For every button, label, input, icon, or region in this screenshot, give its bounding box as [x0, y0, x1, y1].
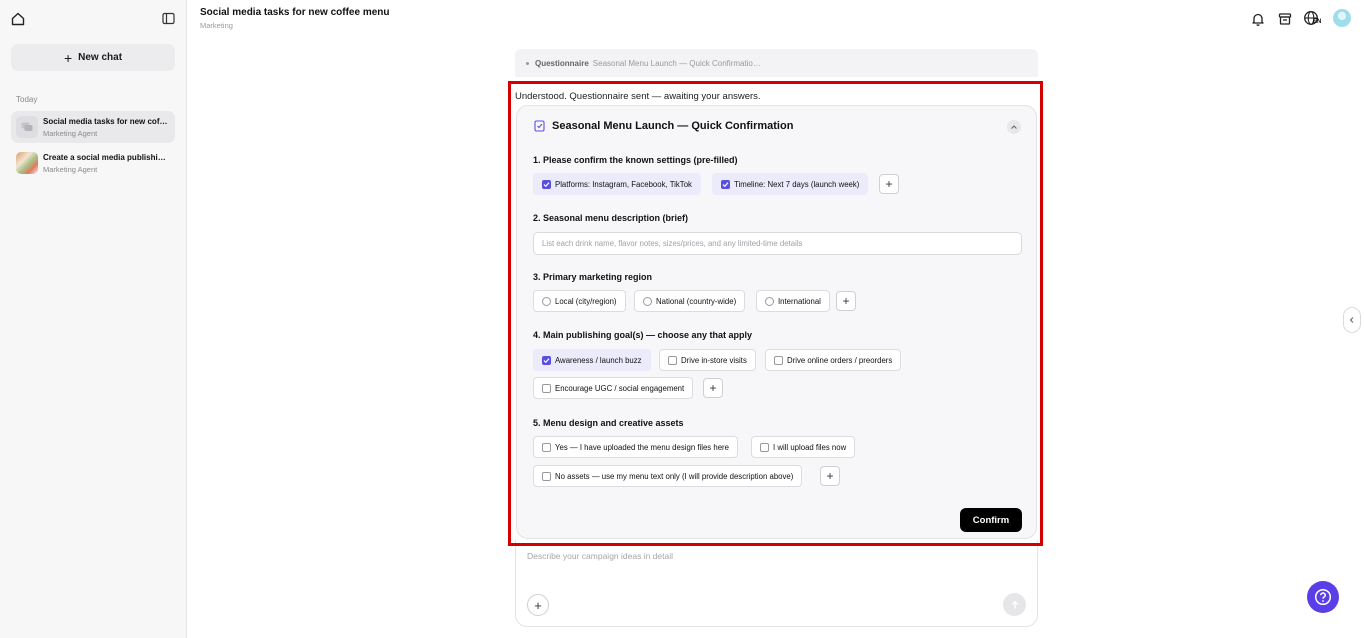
- chevron-up-icon: [1011, 125, 1017, 129]
- option-platforms[interactable]: Platforms: Instagram, Facebook, TikTok: [533, 173, 701, 195]
- questionnaire-reference[interactable]: Questionnaire Seasonal Menu Launch — Qui…: [515, 49, 1038, 77]
- assistant-reply: Understood. Questionnaire sent — awaitin…: [515, 91, 761, 102]
- radio-icon: [765, 296, 774, 306]
- option-label: International: [778, 296, 821, 306]
- questionnaire-name: Seasonal Menu Launch — Quick Confirmatio…: [592, 58, 761, 68]
- option-label: Drive online orders / preorders: [787, 355, 893, 365]
- chat-history-item[interactable]: Social media tasks for new coff… Marketi…: [11, 111, 175, 143]
- checkbox-checked-icon: [721, 179, 730, 189]
- option-label: Local (city/region): [555, 296, 617, 306]
- questionnaire-icon: [534, 120, 545, 132]
- checkbox-icon: [542, 383, 551, 393]
- page-title: Social media tasks for new coffee menu: [200, 7, 390, 18]
- chat-subtitle: Marketing Agent: [43, 128, 98, 138]
- checkbox-checked-icon: [542, 179, 551, 189]
- sidebar-toggle-icon[interactable]: [162, 12, 175, 25]
- send-arrow-icon: [1011, 600, 1018, 608]
- bell-icon[interactable]: [1250, 11, 1266, 27]
- option-label: National (country-wide): [656, 296, 737, 306]
- chat-title: Create a social media publishin…: [43, 152, 169, 162]
- chevron-left-icon: [1349, 317, 1354, 323]
- question-4-title: 4. Main publishing goal(s) — choose any …: [533, 330, 753, 340]
- help-icon: [1314, 588, 1332, 606]
- option-instore[interactable]: Drive in-store visits: [659, 349, 756, 371]
- section-label-today: Today: [16, 95, 38, 104]
- home-icon[interactable]: [10, 11, 26, 27]
- chat-history-item[interactable]: Create a social media publishin… Marketi…: [11, 147, 175, 179]
- question-2-title: 2. Seasonal menu description (brief): [533, 213, 689, 223]
- checkbox-icon: [760, 442, 769, 452]
- attach-button[interactable]: +: [527, 594, 549, 616]
- option-awareness[interactable]: Awareness / launch buzz: [533, 349, 651, 371]
- question-5-title: 5. Menu design and creative assets: [533, 418, 684, 428]
- chat-subtitle: Marketing Agent: [43, 164, 98, 174]
- checkbox-icon: [542, 442, 551, 452]
- page-subtitle: Marketing: [200, 21, 233, 30]
- sidebar-top: [0, 0, 187, 36]
- radio-icon: [643, 296, 652, 306]
- sidebar: + New chat Today Social media tasks for …: [0, 0, 187, 638]
- add-option-button[interactable]: +: [879, 174, 899, 194]
- questionnaire-label: Questionnaire: [535, 58, 589, 68]
- option-national[interactable]: National (country-wide): [634, 290, 746, 312]
- add-option-button[interactable]: +: [820, 466, 840, 486]
- checkbox-icon: [542, 471, 551, 481]
- plus-icon: +: [63, 49, 73, 66]
- new-chat-button[interactable]: + New chat: [11, 44, 175, 71]
- option-label: Awareness / launch buzz: [555, 355, 642, 365]
- questionnaire-card: Seasonal Menu Launch — Quick Confirmatio…: [516, 105, 1037, 539]
- option-timeline[interactable]: Timeline: Next 7 days (launch week): [712, 173, 869, 195]
- send-button[interactable]: [1003, 593, 1026, 616]
- archive-icon[interactable]: [1277, 11, 1293, 27]
- collapse-button[interactable]: [1007, 120, 1021, 134]
- option-local[interactable]: Local (city/region): [533, 290, 626, 312]
- option-online-orders[interactable]: Drive online orders / preorders: [765, 349, 902, 371]
- help-button[interactable]: [1307, 581, 1339, 613]
- chat-title: Social media tasks for new coff…: [43, 116, 169, 126]
- question-1-title: 1. Please confirm the known settings (pr…: [533, 155, 738, 165]
- option-upload-now[interactable]: I will upload files now: [751, 436, 856, 458]
- option-label: Drive in-store visits: [681, 355, 747, 365]
- option-label: No assets — use my menu text only (I wil…: [555, 471, 794, 481]
- chat-thumbnail: [16, 152, 38, 174]
- add-option-button[interactable]: +: [836, 291, 856, 311]
- radio-icon: [542, 296, 551, 306]
- card-header: Seasonal Menu Launch — Quick Confirmatio…: [534, 120, 793, 132]
- bullet-icon: [526, 61, 529, 65]
- menu-description-input[interactable]: [533, 232, 1022, 255]
- checkbox-icon: [668, 355, 677, 365]
- option-label: Platforms: Instagram, Facebook, TikTok: [555, 179, 692, 189]
- avatar[interactable]: [1333, 9, 1351, 27]
- message-composer[interactable]: Describe your campaign ideas in detail +: [515, 540, 1038, 627]
- question-3-title: 3. Primary marketing region: [533, 272, 653, 282]
- language-switcher[interactable]: EN: [1303, 10, 1325, 28]
- option-label: Timeline: Next 7 days (launch week): [734, 179, 860, 189]
- right-panel-toggle[interactable]: [1343, 307, 1361, 333]
- new-chat-label: New chat: [78, 52, 123, 63]
- composer-placeholder: Describe your campaign ideas in detail: [527, 551, 673, 561]
- option-ugc[interactable]: Encourage UGC / social engagement: [533, 377, 694, 399]
- option-no-assets[interactable]: No assets — use my menu text only (I wil…: [533, 465, 803, 487]
- option-label: Yes — I have uploaded the menu design fi…: [555, 442, 729, 452]
- confirm-button[interactable]: Confirm: [960, 508, 1022, 532]
- add-option-button[interactable]: +: [703, 378, 723, 398]
- checkbox-checked-icon: [542, 355, 551, 365]
- option-label: I will upload files now: [773, 442, 847, 452]
- checkbox-icon: [774, 355, 783, 365]
- language-code: EN: [1313, 19, 1322, 25]
- option-uploaded-files[interactable]: Yes — I have uploaded the menu design fi…: [533, 436, 738, 458]
- option-label: Encourage UGC / social engagement: [555, 383, 685, 393]
- chat-bubble-icon: [16, 116, 38, 138]
- questionnaire-title: Seasonal Menu Launch — Quick Confirmatio…: [552, 120, 794, 132]
- option-international[interactable]: International: [756, 290, 830, 312]
